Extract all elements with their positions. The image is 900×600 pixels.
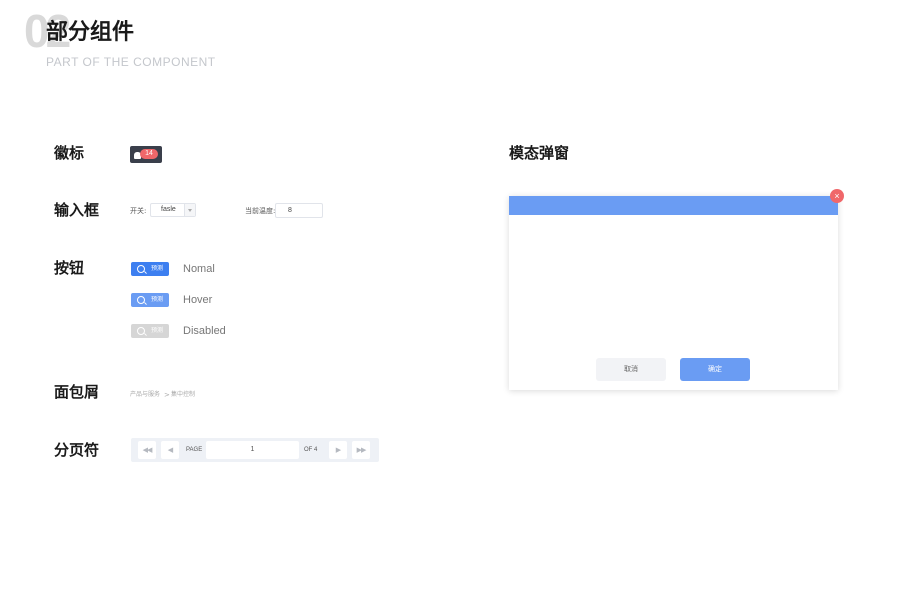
- temperature-value: 8: [288, 207, 292, 214]
- cancel-button[interactable]: 取消: [596, 358, 666, 381]
- switch-select-value: fasle: [161, 206, 176, 213]
- temperature-label: 当前温度:: [245, 207, 276, 215]
- prev-page-icon[interactable]: ◀: [161, 441, 179, 459]
- section-label-input: 输入框: [54, 201, 100, 219]
- search-icon: [137, 296, 145, 304]
- modal-dialog: 取消 确定: [509, 196, 838, 390]
- switch-label: 开关:: [130, 207, 147, 215]
- section-label-breadcrumb: 面包屑: [54, 383, 100, 401]
- page-label: PAGE: [186, 447, 203, 453]
- close-icon[interactable]: ×: [830, 189, 844, 203]
- predict-button-hover[interactable]: 预测: [131, 293, 169, 307]
- modal-header: [509, 196, 838, 215]
- predict-button-normal[interactable]: 预测: [131, 262, 169, 276]
- button-label: 预测: [151, 327, 164, 334]
- state-label-hover: Hover: [183, 294, 213, 306]
- state-label-normal: Nomal: [183, 263, 215, 275]
- page-title: 部分组件: [46, 20, 135, 45]
- page-total: OF 4: [304, 447, 318, 453]
- section-label-pagination: 分页符: [54, 441, 100, 459]
- confirm-button[interactable]: 确定: [680, 358, 750, 381]
- next-page-icon[interactable]: ▶: [329, 441, 347, 459]
- switch-select[interactable]: fasle: [150, 203, 196, 217]
- button-label: 预测: [151, 296, 164, 303]
- page-subtitle: PART OF THE COMPONENT: [46, 55, 216, 69]
- temperature-input[interactable]: 8: [275, 203, 323, 218]
- last-page-icon[interactable]: ▶▶: [352, 441, 370, 459]
- section-label-badge: 徽标: [54, 144, 85, 162]
- section-label-modal: 模态弹窗: [509, 144, 570, 162]
- page-input[interactable]: 1: [206, 441, 299, 459]
- breadcrumb-item-central-control[interactable]: 集中控制: [171, 390, 195, 400]
- predict-button-disabled: 预测: [131, 324, 169, 338]
- section-label-button: 按钮: [54, 259, 85, 277]
- badge-count: 14: [140, 149, 158, 159]
- state-label-disabled: Disabled: [183, 325, 226, 337]
- first-page-icon[interactable]: ◀◀: [138, 441, 156, 459]
- search-icon: [137, 265, 145, 273]
- pagination: ◀◀ ◀ PAGE 1 OF 4 ▶ ▶▶: [131, 438, 379, 462]
- search-icon: [137, 327, 145, 335]
- button-label: 预测: [151, 265, 164, 272]
- breadcrumb-item-products[interactable]: 产品与服务: [130, 390, 160, 400]
- chevron-down-icon[interactable]: [184, 204, 195, 216]
- chevron-right-icon: >: [164, 391, 170, 399]
